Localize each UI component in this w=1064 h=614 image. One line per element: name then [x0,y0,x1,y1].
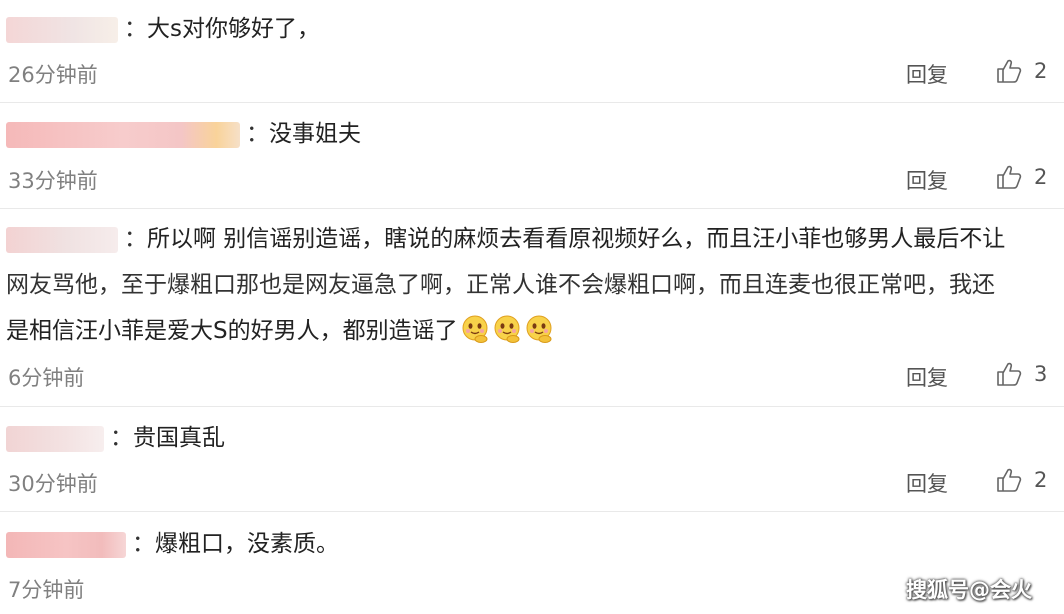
comment-time: 30分钟前 [8,472,98,496]
like-count: 2 [1034,468,1048,492]
comment-body: ：爆粗口，没素质。 [6,521,1050,568]
reply-button[interactable]: 回复 [906,59,948,89]
comment-item: ：没事姐夫 33分钟前 回复 2 [0,103,1064,209]
comment-colon: ： [132,531,155,557]
comment-colon: ： [246,121,269,147]
reply-button[interactable]: 回复 [906,362,948,392]
comment-text: 大s对你够好了， [147,16,320,42]
comment-time: 33分钟前 [8,169,98,193]
comment-text-line-2: 网友骂他，至于爆粗口那也是网友逼急了啊，正常人谁不会爆粗口啊，而且连麦也很正常吧… [6,272,995,298]
hug-emoji-icon [526,315,552,343]
thumbs-up-icon[interactable] [996,164,1022,190]
comment-time: 26分钟前 [8,63,98,87]
username-redacted[interactable] [6,121,240,148]
thumbs-up-icon[interactable] [996,467,1022,493]
comment-colon: ： [110,425,133,451]
comment-body: ：大s对你够好了， [6,6,1050,53]
comment-body: ：贵国真乱 [6,415,1050,462]
reply-button[interactable]: 回复 [906,165,948,195]
username-redacted[interactable] [6,226,118,253]
reply-button[interactable]: 回复 [906,468,948,498]
comment-text: 没事姐夫 [269,121,361,147]
comment-text: 爆粗口，没素质。 [155,531,339,557]
like-count: 2 [1034,59,1048,83]
comment-body: ：没事姐夫 [6,111,1050,158]
comment-body-line-1: ：所以啊 别信谣别造谣，瞎说的麻烦去看看原视频好么，而且汪小菲也够男人最后不让 [6,216,1050,263]
comment-item: ：大s对你够好了， 26分钟前 回复 2 [0,0,1064,103]
hug-emoji-icon [462,315,488,343]
comment-text-line-3: 是相信汪小菲是爱大S的好男人，都别造谣了 [6,318,458,344]
comment-text-line-1: 所以啊 别信谣别造谣，瞎说的麻烦去看看原视频好么，而且汪小菲也够男人最后不让 [147,226,1006,252]
thumbs-up-icon[interactable] [996,58,1022,84]
username-redacted[interactable] [6,425,104,452]
comment-time: 7分钟前 [8,578,85,602]
like-count: 3 [1034,362,1048,386]
like-count: 2 [1034,165,1048,189]
comment-item: ：贵国真乱 30分钟前 回复 2 [0,407,1064,512]
hug-emoji-icon [494,315,520,343]
comment-body-line-3: 是相信汪小菲是爱大S的好男人，都别造谣了 [6,308,1050,355]
thumbs-up-icon[interactable] [996,361,1022,387]
comment-item: ：爆粗口，没素质。 7分钟前 [0,512,1064,614]
comment-text: 贵国真乱 [133,425,225,451]
comment-colon: ： [124,16,147,42]
comment-item: ：所以啊 别信谣别造谣，瞎说的麻烦去看看原视频好么，而且汪小菲也够男人最后不让 … [0,209,1064,407]
comment-colon: ： [124,226,147,252]
comment-time: 6分钟前 [8,366,85,390]
username-redacted[interactable] [6,16,118,43]
watermark: 搜狐号@会火 [906,578,1032,602]
username-redacted[interactable] [6,531,126,558]
